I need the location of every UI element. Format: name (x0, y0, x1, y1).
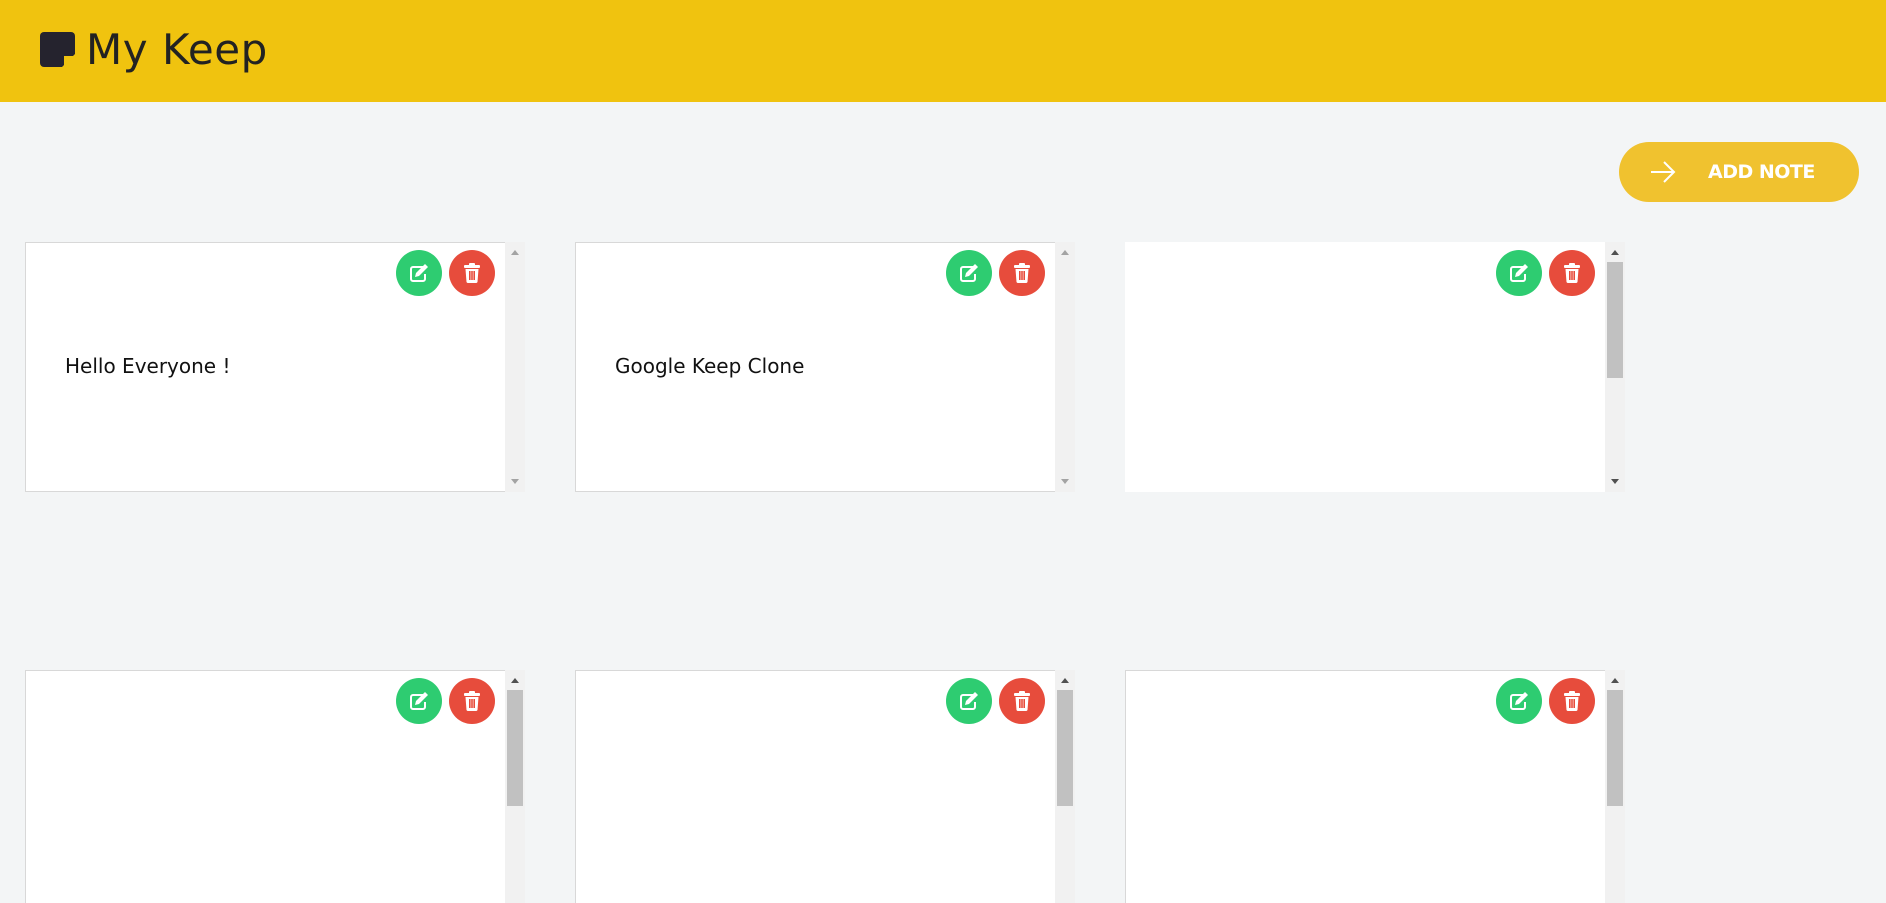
scrollbar[interactable] (505, 670, 525, 903)
scroll-up-arrow[interactable] (511, 678, 519, 683)
scrollbar-thumb[interactable] (1057, 690, 1073, 806)
note-card (25, 670, 525, 903)
delete-note-button[interactable] (449, 678, 495, 724)
edit-icon (1510, 264, 1528, 282)
add-note-button[interactable]: ADD NOTE (1619, 142, 1859, 202)
scrollbar-thumb[interactable] (1607, 690, 1623, 806)
note-text: Hello Everyone ! (65, 354, 231, 378)
delete-note-button[interactable] (999, 678, 1045, 724)
edit-note-button[interactable] (1496, 678, 1542, 724)
note-card (1125, 670, 1625, 903)
trash-icon (1564, 691, 1580, 712)
sticky-note-icon (40, 32, 75, 67)
scroll-down-arrow[interactable] (511, 479, 519, 484)
note-card (1125, 242, 1625, 492)
edit-icon (410, 692, 428, 710)
edit-note-button[interactable] (946, 250, 992, 296)
edit-note-button[interactable] (396, 250, 442, 296)
scroll-down-arrow[interactable] (1611, 479, 1619, 484)
add-note-label: ADD NOTE (1708, 161, 1815, 183)
note-card: Google Keep Clone (575, 242, 1075, 492)
scroll-up-arrow[interactable] (1061, 250, 1069, 255)
scrollbar[interactable] (1605, 670, 1625, 903)
scroll-up-arrow[interactable] (1061, 678, 1069, 683)
delete-note-button[interactable] (999, 250, 1045, 296)
trash-icon (464, 691, 480, 712)
trash-icon (1014, 691, 1030, 712)
note-text: Google Keep Clone (615, 354, 805, 378)
scrollbar[interactable] (505, 242, 525, 492)
edit-note-button[interactable] (946, 678, 992, 724)
scrollbar-thumb[interactable] (1607, 262, 1623, 378)
edit-icon (960, 264, 978, 282)
scrollbar[interactable] (1055, 670, 1075, 903)
scrollbar[interactable] (1055, 242, 1075, 492)
app-header: My Keep (0, 0, 1886, 102)
scroll-up-arrow[interactable] (511, 250, 519, 255)
edit-icon (410, 264, 428, 282)
scrollbar[interactable] (1605, 242, 1625, 492)
delete-note-button[interactable] (449, 250, 495, 296)
edit-icon (960, 692, 978, 710)
scroll-up-arrow[interactable] (1611, 678, 1619, 683)
note-card (575, 670, 1075, 903)
edit-note-button[interactable] (1496, 250, 1542, 296)
trash-icon (1564, 263, 1580, 284)
app-title: My Keep (86, 25, 268, 74)
trash-icon (464, 263, 480, 284)
edit-note-button[interactable] (396, 678, 442, 724)
delete-note-button[interactable] (1549, 678, 1595, 724)
scroll-down-arrow[interactable] (1061, 479, 1069, 484)
trash-icon (1014, 263, 1030, 284)
arrow-right-icon (1651, 161, 1676, 183)
scrollbar-thumb[interactable] (507, 690, 523, 806)
edit-icon (1510, 692, 1528, 710)
note-card: Hello Everyone ! (25, 242, 525, 492)
scroll-up-arrow[interactable] (1611, 250, 1619, 255)
delete-note-button[interactable] (1549, 250, 1595, 296)
